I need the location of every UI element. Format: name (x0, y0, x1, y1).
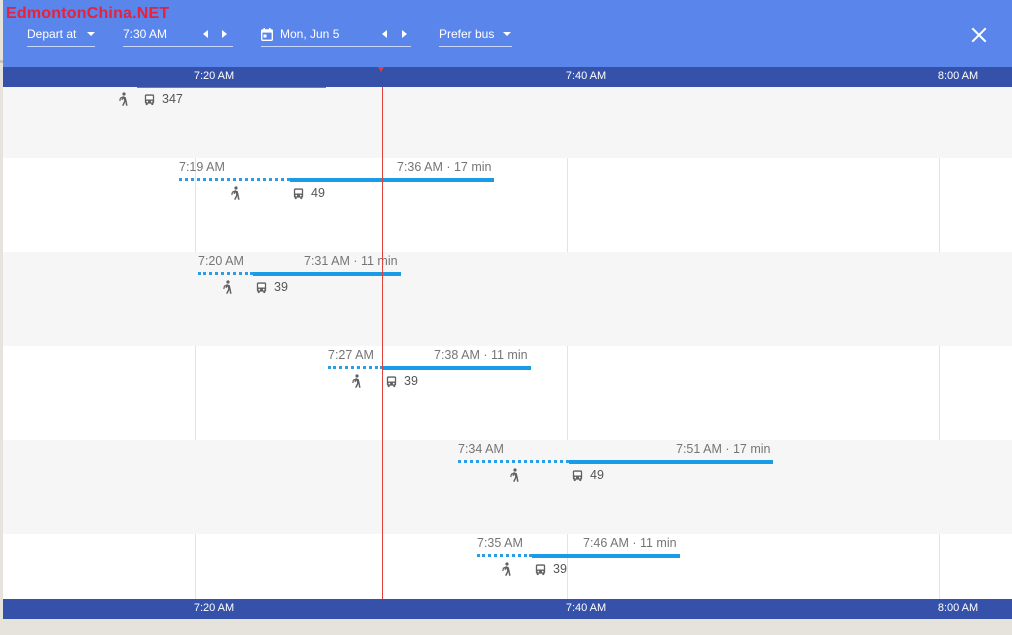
trip-row[interactable]: 7:34 AM 7:51 AM · 17 min 49 (3, 440, 1012, 534)
time-value: 7:30 AM (123, 27, 168, 41)
trip-row[interactable]: 7:15 AM7:27 AM · 12 min347 (3, 87, 1012, 158)
walk-icon (220, 280, 234, 294)
walk-icon (116, 92, 130, 106)
axis-tick-label: 7:20 AM (193, 70, 235, 82)
walk-leg (198, 272, 253, 275)
walk-leg (477, 554, 532, 557)
bus-icon (385, 375, 399, 389)
trip-timeline: 7:15 AM7:27 AM · 12 min347 7:19 AM 7:36 AM… (3, 87, 1012, 599)
time-field[interactable]: 7:30 AM (123, 22, 233, 47)
bus-route-number: 347 (162, 92, 183, 106)
trip-start-time: 7:20 AM (198, 254, 244, 268)
walk-icon (228, 186, 242, 200)
dropdown-caret-icon (503, 32, 511, 36)
trip-end-summary: 7:38 AM · 11 min (434, 348, 528, 362)
axis-tick-label: 8:00 AM (937, 602, 979, 614)
date-field[interactable]: Mon, Jun 5 (261, 22, 411, 47)
trip-duration: 17 min (453, 160, 492, 174)
trip-duration: 17 min (732, 442, 771, 456)
bus-route-number: 49 (311, 186, 325, 200)
date-value: Mon, Jun 5 (280, 27, 340, 41)
trip-row[interactable]: 7:20 AM 7:31 AM · 11 min 39 (3, 252, 1012, 346)
trip-start-time: 7:27 AM (328, 348, 374, 362)
trip-end-time: 7:38 AM (434, 348, 480, 362)
trip-end-summary: 7:31 AM · 11 min (304, 254, 398, 268)
prefer-bus-select[interactable]: Prefer bus (439, 22, 512, 47)
trip-duration: 11 min (490, 348, 528, 362)
prefer-label: Prefer bus (439, 27, 495, 41)
depart-at-select[interactable]: Depart at (27, 22, 95, 47)
date-next-chevron-right-icon[interactable] (402, 30, 407, 38)
dropdown-caret-icon (87, 32, 95, 36)
trip-duration: 11 min (360, 254, 398, 268)
bus-route-number: 39 (274, 280, 288, 294)
walk-leg (328, 366, 383, 369)
close-icon[interactable] (969, 25, 989, 45)
trip-end-time: 7:46 AM (583, 536, 629, 550)
bus-icon (143, 93, 157, 107)
calendar-icon (261, 28, 273, 41)
trip-end-time: 7:36 AM (397, 160, 443, 174)
time-next-chevron-right-icon[interactable] (222, 30, 227, 38)
trip-end-time: 7:51 AM (676, 442, 722, 456)
trip-end-summary: 7:36 AM · 17 min (397, 160, 492, 174)
bus-leg (290, 178, 494, 182)
current-time-line (382, 87, 383, 599)
time-axis-bottom: 7:20 AM 7:40 AM 8:00 AM (3, 599, 1012, 619)
walk-leg (458, 460, 569, 463)
axis-tick-label: 7:40 AM (565, 602, 607, 614)
bus-icon (292, 187, 306, 201)
bus-leg (137, 87, 326, 88)
axis-tick-label: 7:20 AM (193, 602, 235, 614)
trip-start-time: 7:35 AM (477, 536, 523, 550)
date-prev-chevron-left-icon[interactable] (382, 30, 387, 38)
bus-icon (255, 281, 269, 295)
bus-leg (532, 554, 680, 558)
trip-duration: 11 min (639, 536, 677, 550)
trip-end-summary: 7:51 AM · 17 min (676, 442, 771, 456)
bus-leg (253, 272, 401, 276)
walk-icon (499, 562, 513, 576)
current-time-marker (378, 67, 384, 72)
walk-icon (349, 374, 363, 388)
bus-leg (569, 460, 773, 464)
bus-route-number: 39 (404, 374, 418, 388)
trip-end-time: 7:31 AM (304, 254, 350, 268)
bus-route-number: 49 (590, 468, 604, 482)
walk-leg (179, 178, 290, 181)
trip-row[interactable]: 7:19 AM 7:36 AM · 17 min 49 (3, 158, 1012, 252)
axis-tick-label: 7:40 AM (565, 70, 607, 82)
trip-row[interactable]: 7:27 AM 7:38 AM · 11 min 39 (3, 346, 1012, 440)
walk-icon (507, 468, 521, 482)
trip-start-time: 7:19 AM (179, 160, 225, 174)
bus-leg (383, 366, 531, 370)
bus-icon (534, 563, 548, 577)
bus-icon (571, 469, 585, 483)
axis-tick-label: 8:00 AM (937, 70, 979, 82)
trip-row[interactable]: 7:35 AM 7:46 AM · 11 min 39 (3, 534, 1012, 599)
time-prev-chevron-left-icon[interactable] (203, 30, 208, 38)
depart-at-label: Depart at (27, 27, 77, 41)
bus-route-number: 39 (553, 562, 567, 576)
time-axis-top: 7:20 AM 7:40 AM 8:00 AM (3, 67, 1012, 87)
trip-start-time: 7:34 AM (458, 442, 504, 456)
watermark: EdmontonChina.NET (6, 5, 170, 22)
trip-end-summary: 7:46 AM · 11 min (583, 536, 677, 550)
